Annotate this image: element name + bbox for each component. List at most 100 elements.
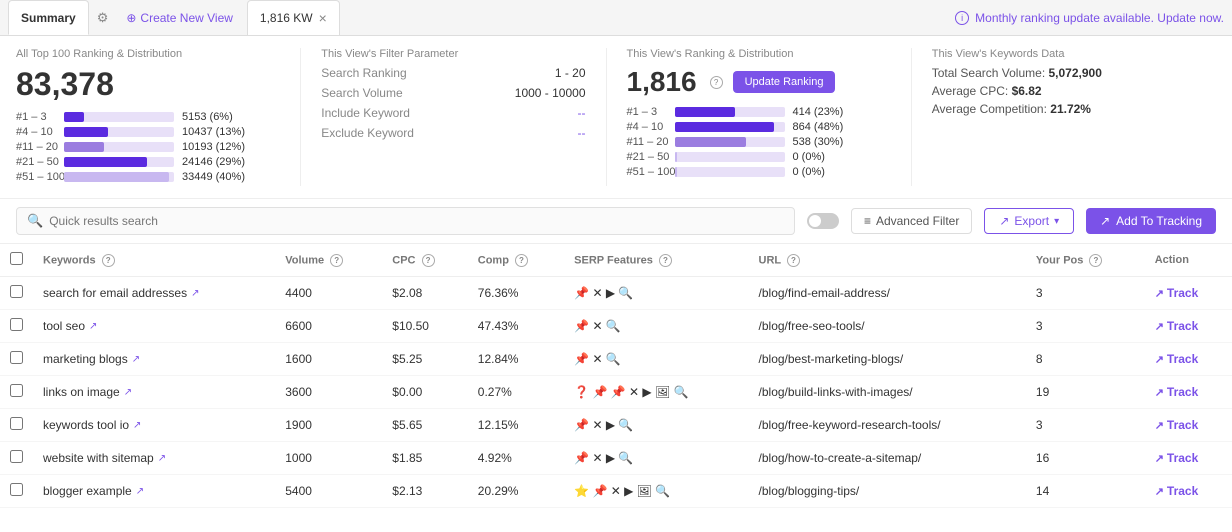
export-button[interactable]: ↗ Export ▾ bbox=[984, 208, 1074, 234]
search-box[interactable]: 🔍 bbox=[16, 207, 795, 235]
volume-cell: 5400 bbox=[275, 475, 382, 508]
dist-bar-fill bbox=[675, 167, 677, 177]
row-checkbox[interactable] bbox=[10, 450, 23, 463]
dist-rank-label: #1 – 3 bbox=[627, 106, 667, 118]
rank-dist-block: This View's Ranking & Distribution 1,816… bbox=[627, 48, 912, 186]
trending-up-icon: ↗ bbox=[1155, 485, 1164, 498]
summary-section: All Top 100 Ranking & Distribution 83,37… bbox=[0, 36, 1232, 199]
keyword-link[interactable]: keywords tool io ↗ bbox=[43, 418, 265, 432]
track-button[interactable]: ↗ Track bbox=[1155, 286, 1199, 300]
serp-cell: ⭐ 📌 ✕ ▶ 🖼 🔍 bbox=[564, 475, 748, 508]
add-tracking-button[interactable]: ↗ Add To Tracking bbox=[1086, 208, 1216, 234]
row-checkbox-cell[interactable] bbox=[0, 343, 33, 376]
dist-bar-fill bbox=[675, 137, 747, 147]
dist-bar-fill bbox=[675, 107, 736, 117]
rank-dist-header: 1,816 ? Update Ranking bbox=[627, 66, 891, 98]
keyword-cell: website with sitemap ↗ bbox=[33, 442, 275, 475]
serp-cell: ❓ 📌 📌 ✕ ▶ 🖼 🔍 bbox=[564, 376, 748, 409]
rank-count: 24146 (29%) bbox=[182, 156, 245, 168]
gear-icon[interactable]: ⚙ bbox=[93, 6, 113, 30]
cpc-cell: $2.08 bbox=[382, 277, 467, 310]
track-button[interactable]: ↗ Track bbox=[1155, 319, 1199, 333]
dist-rank-row: #21 – 50 0 (0%) bbox=[627, 151, 891, 163]
avg-cpc-row: Average CPC: $6.82 bbox=[932, 84, 1196, 98]
keyword-link[interactable]: tool seo ↗ bbox=[43, 319, 265, 333]
dist-bar-container bbox=[675, 167, 785, 177]
rank-bar-fill bbox=[64, 142, 104, 152]
update-ranking-button[interactable]: Update Ranking bbox=[733, 71, 836, 93]
row-checkbox-cell[interactable] bbox=[0, 376, 33, 409]
row-checkbox[interactable] bbox=[10, 285, 23, 298]
tabs-bar: Summary ⚙ ⊕ Create New View 1,816 KW × i… bbox=[0, 0, 1232, 36]
track-button[interactable]: ↗ Track bbox=[1155, 352, 1199, 366]
advanced-filter-button[interactable]: ≡ Advanced Filter bbox=[851, 208, 972, 234]
filter-params-label: This View's Filter Parameter bbox=[321, 48, 585, 60]
keyword-link[interactable]: links on image ↗ bbox=[43, 385, 265, 399]
comp-cell: 4.92% bbox=[468, 442, 564, 475]
filter-label: Exclude Keyword bbox=[321, 126, 414, 140]
keyword-link[interactable]: website with sitemap ↗ bbox=[43, 451, 265, 465]
row-checkbox-cell[interactable] bbox=[0, 409, 33, 442]
row-checkbox[interactable] bbox=[10, 417, 23, 430]
rank-row: #11 – 20 10193 (12%) bbox=[16, 141, 280, 153]
pos-cell: 16 bbox=[1026, 442, 1145, 475]
select-all-header[interactable] bbox=[0, 244, 33, 277]
trending-up-icon: ↗ bbox=[1155, 386, 1164, 399]
col-volume: Volume ? bbox=[275, 244, 382, 277]
filter-param-row: Include Keyword-- bbox=[321, 106, 585, 120]
serp-cell: 📌 ✕ ▶ 🔍 bbox=[564, 277, 748, 310]
row-checkbox-cell[interactable] bbox=[0, 442, 33, 475]
track-button[interactable]: ↗ Track bbox=[1155, 418, 1199, 432]
toggle-switch[interactable] bbox=[807, 213, 839, 229]
keyword-cell: keywords tool io ↗ bbox=[33, 409, 275, 442]
trending-up-icon: ↗ bbox=[1100, 214, 1110, 228]
trending-up-icon: ↗ bbox=[1155, 419, 1164, 432]
row-checkbox[interactable] bbox=[10, 318, 23, 331]
volume-cell: 6600 bbox=[275, 310, 382, 343]
row-checkbox-cell[interactable] bbox=[0, 277, 33, 310]
row-checkbox[interactable] bbox=[10, 351, 23, 364]
track-button[interactable]: ↗ Track bbox=[1155, 385, 1199, 399]
row-checkbox[interactable] bbox=[10, 483, 23, 496]
rank-bar-container bbox=[64, 157, 174, 167]
external-link-icon: ↗ bbox=[158, 453, 166, 464]
track-button[interactable]: ↗ Track bbox=[1155, 451, 1199, 465]
rank-label: #11 – 20 bbox=[16, 141, 56, 153]
serp-icons: ⭐ 📌 ✕ ▶ 🖼 🔍 bbox=[574, 484, 738, 498]
keyword-link[interactable]: search for email addresses ↗ bbox=[43, 286, 265, 300]
rank-bar-fill bbox=[64, 127, 108, 137]
search-input[interactable] bbox=[49, 214, 784, 228]
kw-data-label: This View's Keywords Data bbox=[932, 48, 1196, 60]
tab-create-new[interactable]: ⊕ Create New View bbox=[116, 11, 243, 25]
trending-up-icon: ↗ bbox=[1155, 353, 1164, 366]
row-checkbox-cell[interactable] bbox=[0, 475, 33, 508]
track-button[interactable]: ↗ Track bbox=[1155, 484, 1199, 498]
cpc-cell: $0.00 bbox=[382, 376, 467, 409]
select-all-checkbox[interactable] bbox=[10, 252, 23, 265]
col-comp: Comp ? bbox=[468, 244, 564, 277]
serp-cell: 📌 ✕ 🔍 bbox=[564, 310, 748, 343]
action-cell: ↗ Track bbox=[1145, 310, 1232, 343]
close-icon[interactable]: × bbox=[319, 10, 327, 26]
keyword-link[interactable]: marketing blogs ↗ bbox=[43, 352, 265, 366]
rank-row: #4 – 10 10437 (13%) bbox=[16, 126, 280, 138]
update-notice[interactable]: i Monthly ranking update available. Upda… bbox=[955, 11, 1224, 25]
volume-cell: 4400 bbox=[275, 277, 382, 310]
tab-summary[interactable]: Summary bbox=[8, 0, 89, 35]
cpc-cell: $1.85 bbox=[382, 442, 467, 475]
volume-cell: 3600 bbox=[275, 376, 382, 409]
keyword-link[interactable]: blogger example ↗ bbox=[43, 484, 265, 498]
export-icon: ↗ bbox=[999, 214, 1009, 228]
trending-up-icon: ↗ bbox=[1155, 287, 1164, 300]
row-checkbox-cell[interactable] bbox=[0, 310, 33, 343]
rank-count: 10437 (13%) bbox=[182, 126, 245, 138]
row-checkbox[interactable] bbox=[10, 384, 23, 397]
track-label: Track bbox=[1167, 319, 1198, 333]
url-cell: /blog/build-links-with-images/ bbox=[749, 376, 1026, 409]
action-cell: ↗ Track bbox=[1145, 343, 1232, 376]
total-volume-label: Total Search Volume: bbox=[932, 66, 1045, 80]
all-top-block: All Top 100 Ranking & Distribution 83,37… bbox=[16, 48, 301, 186]
tab-kw[interactable]: 1,816 KW × bbox=[247, 0, 340, 35]
filter-param-row: Search Volume1000 - 10000 bbox=[321, 86, 585, 100]
serp-icons: 📌 ✕ ▶ 🔍 bbox=[574, 286, 738, 300]
